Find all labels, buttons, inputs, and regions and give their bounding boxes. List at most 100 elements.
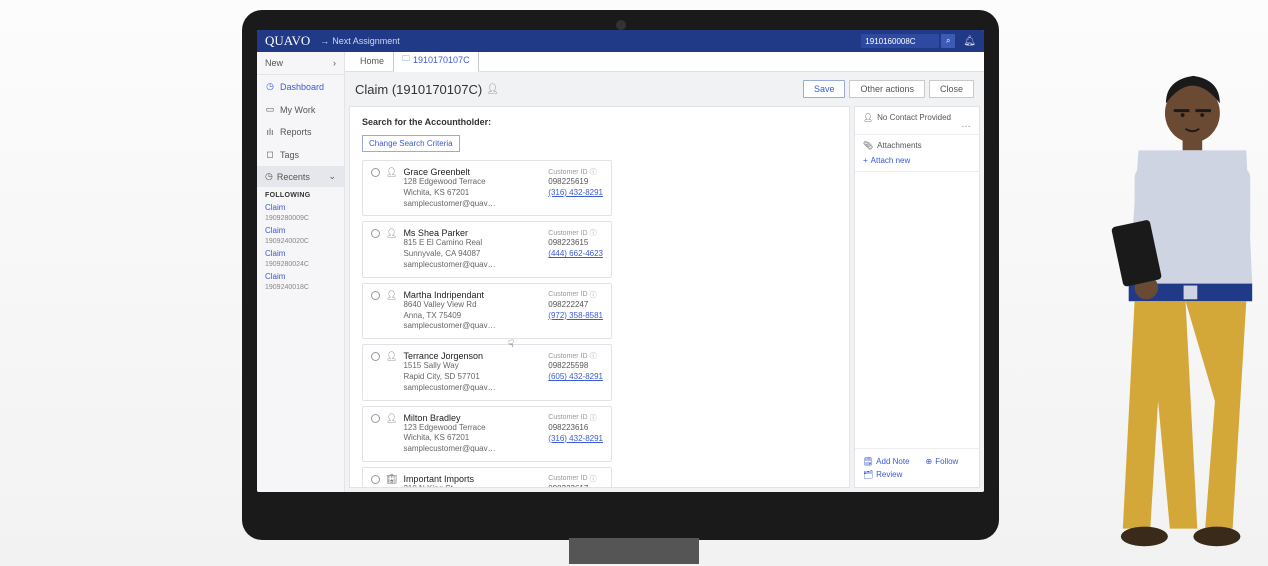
following-sub: 1909240018C [265,284,309,291]
result-email: samplecustomer@quav… [403,383,603,394]
following-link[interactable]: Claim [265,249,336,258]
search-result-item[interactable]: 👤︎Grace Greenbelt128 Edgewood TerraceWic… [362,160,612,216]
note-icon: 🗒︎ [863,457,873,466]
sidebar-item-dashboard[interactable]: ◷ Dashboard [257,75,344,98]
sidebar-item-mywork[interactable]: ▭ My Work [257,98,344,121]
radio-button[interactable] [371,475,380,484]
customer-id-label: Customer ID ⓘ [548,413,603,423]
search-result-item[interactable]: 👤︎Milton Bradley123 Edgewood TerraceWich… [362,406,612,462]
add-note-label: Add Note [876,457,909,466]
new-button[interactable]: New › [257,52,344,75]
phone-link[interactable]: (316) 432-8291 [548,434,603,443]
sidebar: New › ◷ Dashboard ▭ My Work ılı Reports … [257,52,345,492]
radio-button[interactable] [371,414,380,423]
sidebar-item-label: Reports [280,127,312,137]
customer-id-value: 098222247 [548,300,603,309]
following-sub: 1909240020C [265,238,309,245]
claim-header: Claim (1910170107C) 👤︎ Save Other action… [345,72,984,106]
active-tab-label: 1910170107C [413,55,470,65]
add-note-button[interactable]: 🗒︎ Add Note [863,457,910,466]
radio-button[interactable] [371,291,380,300]
following-item[interactable]: Claim 1909280009C [257,201,344,224]
follow-button[interactable]: ⊕ Follow [926,457,959,466]
following-link[interactable]: Claim [265,272,336,281]
phone-link[interactable]: (972) 358-8581 [548,311,603,320]
info-icon: ⓘ [590,228,597,238]
customer-id-value: 098223615 [548,238,603,247]
radio-button[interactable] [371,168,380,177]
tab-home[interactable]: Home [351,52,393,71]
sidebar-item-label: Dashboard [280,82,324,92]
following-item[interactable]: Claim 1909240018C [257,270,344,293]
notifications-button[interactable]: 🔔︎ [963,36,976,47]
right-actions: 🗒︎ Add Note ⊕ Follow 🗂︎ Review [855,448,979,487]
new-label: New [265,58,283,68]
bars-icon: ılı [265,127,275,137]
attachments-label: Attachments [877,141,921,150]
review-icon: 🗂︎ [863,470,873,479]
follow-label: Follow [935,457,958,466]
phone-link[interactable]: (316) 432-8291 [548,188,603,197]
chevron-right-icon: › [333,58,336,68]
user-icon: 👤︎ [863,113,873,122]
attachments-section: 📎︎ Attachments + Attach new [855,135,979,172]
clock-icon: ◷ [265,171,273,182]
info-icon: ⓘ [590,290,597,300]
user-icon: 👤︎ [386,228,397,270]
main-panel: Home 🗀 1910170107C Claim (1910170107C) 👤… [345,52,984,492]
attach-new-button[interactable]: + Attach new [863,156,971,165]
following-link[interactable]: Claim [265,226,336,235]
next-assignment-label: Next Assignment [332,36,400,46]
search-result-item[interactable]: 👤︎Terrance Jorgenson1515 Sally WayRapid … [362,344,612,400]
more-menu-button[interactable]: … [961,122,971,128]
customer-id-label: Customer ID ⓘ [548,474,603,484]
decorative-illustration [1058,68,1268,558]
following-link[interactable]: Claim [265,203,336,212]
sidebar-recents-toggle[interactable]: ◷ Recents ⌄ [257,166,344,187]
following-item[interactable]: Claim 1909280024C [257,247,344,270]
review-button[interactable]: 🗂︎ Review [863,470,902,479]
phone-link[interactable]: (444) 662-4623 [548,249,603,258]
sidebar-item-tags[interactable]: ◻ Tags [257,143,344,166]
sidebar-item-reports[interactable]: ılı Reports [257,121,344,143]
other-actions-button[interactable]: Other actions [849,80,925,98]
customer-id-value: 098225598 [548,361,603,370]
global-search-input[interactable] [865,37,925,46]
search-submit-button[interactable]: ⌕ [941,34,955,48]
customer-id-label: Customer ID ⓘ [548,351,603,361]
user-icon: 👤︎ [386,167,397,209]
customer-id-value: 098223616 [548,423,603,432]
following-item[interactable]: Claim 1909240020C [257,224,344,247]
recents-label: Recents [277,172,310,182]
topbar: QUAVO → Next Assignment ⌕ 🔔︎ [257,30,984,52]
change-search-criteria-button[interactable]: Change Search Criteria [362,135,460,152]
radio-button[interactable] [371,352,380,361]
customer-id-label: Customer ID ⓘ [548,290,603,300]
plus-icon: + [863,156,868,165]
phone-link[interactable]: (605) 432-8291 [548,372,603,381]
search-result-item[interactable]: 👤︎Ms Shea Parker815 E El Camino RealSunn… [362,221,612,277]
user-icon: 👤︎ [486,84,499,95]
customer-id-value: 098225619 [548,177,603,186]
plus-circle-icon: ⊕ [926,457,933,466]
global-search[interactable] [861,34,939,48]
result-email: samplecustomer@quav… [403,444,603,455]
save-button[interactable]: Save [803,80,846,98]
close-button[interactable]: Close [929,80,974,98]
search-result-item[interactable]: 🏢︎Important Imports210 N King StWilmingt… [362,467,612,488]
result-email: samplecustomer@quav… [403,199,603,210]
next-assignment-button[interactable]: → Next Assignment [320,36,400,46]
result-list: 👤︎Grace Greenbelt128 Edgewood TerraceWic… [362,160,612,488]
gauge-icon: ◷ [265,81,275,92]
user-icon: 👤︎ [386,413,397,455]
result-email: samplecustomer@quav… [403,260,603,271]
info-icon: ⓘ [590,351,597,361]
arrow-right-icon: → [320,36,329,46]
tag-icon: ◻ [265,149,275,160]
search-panel: Search for the Accountholder: Change Sea… [349,106,850,488]
tab-claim-active[interactable]: 🗀 1910170107C [393,52,479,72]
sidebar-item-label: Tags [280,150,299,160]
info-icon: ⓘ [590,474,597,484]
radio-button[interactable] [371,229,380,238]
search-result-item[interactable]: 👤︎Martha Indripendant8640 Valley View Rd… [362,283,612,339]
